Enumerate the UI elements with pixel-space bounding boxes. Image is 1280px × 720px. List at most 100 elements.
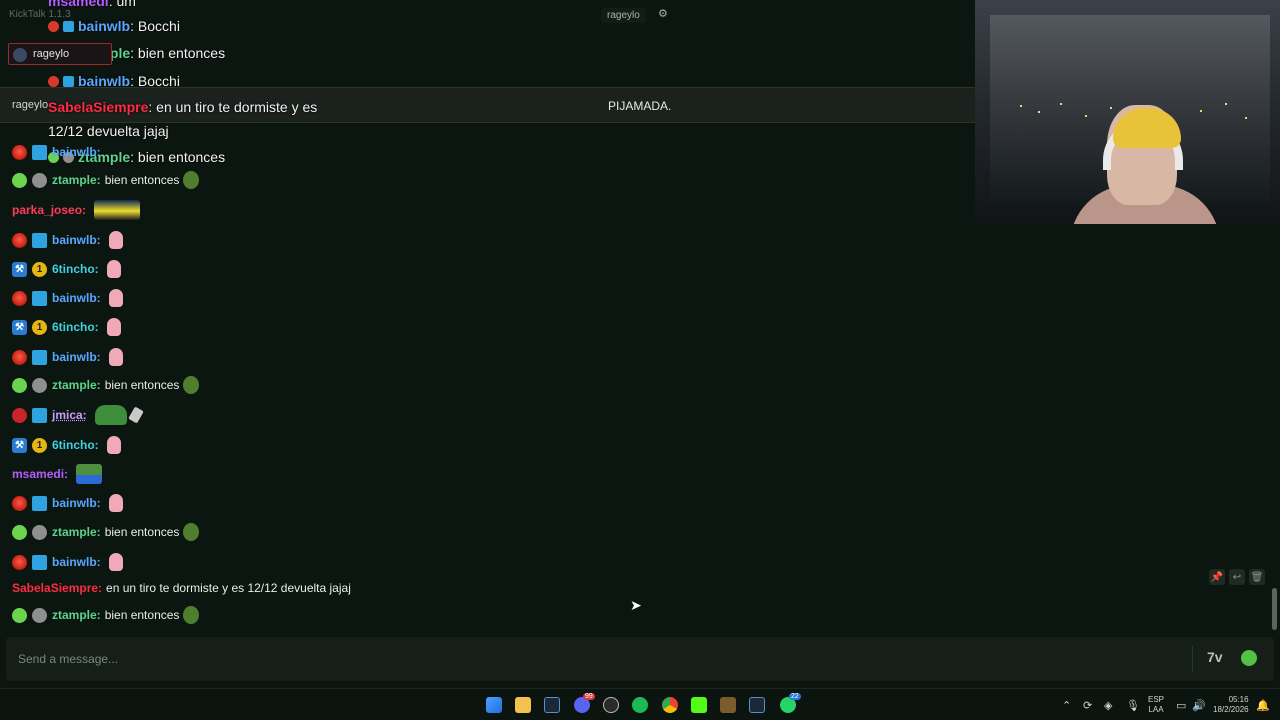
badge-icon [12, 607, 27, 623]
chevron-up-icon[interactable]: ⌃ [1062, 699, 1071, 712]
file-explorer-icon[interactable] [515, 697, 531, 713]
badge-icon [12, 377, 27, 393]
username[interactable]: 6tincho: [52, 320, 99, 334]
one-badge-icon: 1 [32, 261, 47, 277]
steam-icon[interactable] [749, 697, 765, 713]
message-text: en un tiro te dormiste y es 12/12 devuel… [106, 581, 351, 595]
one-badge-icon: 1 [32, 437, 47, 453]
username[interactable]: msamedi: [12, 467, 68, 481]
spotify-icon[interactable] [632, 697, 648, 713]
delete-icon[interactable]: 🗑 [1249, 569, 1265, 585]
chat-message: ⚒ 1 6tincho: [12, 315, 121, 339]
username[interactable]: SabelaSiempre [48, 99, 148, 115]
pink-emote-icon [108, 348, 123, 366]
pink-emote-icon [106, 318, 121, 336]
username[interactable]: ztample: [52, 608, 101, 622]
subscriber-badge-icon [32, 407, 47, 423]
moderator-badge-icon: ⚒ [12, 261, 27, 277]
badge-icon [12, 554, 27, 570]
pink-emote-icon [108, 494, 123, 512]
notification-icon[interactable]: 🔔 [1256, 699, 1270, 712]
network-icon[interactable]: ▭ [1176, 699, 1186, 712]
badge-icon [32, 524, 47, 540]
pinned-user: rageylo [12, 99, 49, 111]
chatroom-tab[interactable]: rageylo [601, 8, 646, 23]
message-text: bien entonces [104, 608, 180, 622]
username[interactable]: parka_joseo: [12, 203, 86, 217]
chatroom-chip[interactable]: rageylo [8, 43, 112, 65]
keyboard-layout: LAA [1148, 705, 1164, 714]
username[interactable]: ztample: [52, 173, 101, 187]
volume-icon[interactable]: 🔊 [1192, 699, 1206, 712]
pepe-emote-icon [94, 405, 127, 425]
username[interactable]: bainwlb: [52, 233, 101, 247]
badge-icon [12, 232, 27, 248]
subscriber-badge-icon [32, 232, 47, 248]
overlay-message: 12/12 devuelta jajaj [48, 123, 169, 139]
username[interactable]: 6tincho: [52, 262, 99, 276]
frog-emote-icon [183, 523, 200, 541]
subscriber-badge-icon [32, 349, 47, 365]
chat-message: ⚒ 1 6tincho: [12, 433, 121, 457]
kick-icon[interactable] [691, 697, 707, 713]
sync-icon[interactable]: ⟳ [1083, 699, 1092, 712]
username[interactable]: ztample: [52, 525, 101, 539]
username[interactable]: bainwlb: [52, 291, 101, 305]
chat-message: SabelaSiempre: en un tiro te dormiste y e… [12, 576, 351, 600]
minecraft-icon[interactable] [720, 697, 736, 713]
pin-icon[interactable]: 📌 [1209, 569, 1225, 585]
pink-emote-icon [106, 260, 121, 278]
date: 18/2/2026 [1213, 705, 1249, 714]
app-icon[interactable] [603, 697, 619, 713]
badge-icon [12, 290, 27, 306]
username[interactable]: 6tincho: [52, 438, 99, 452]
kick-emote-icon[interactable] [1241, 650, 1257, 666]
divider [1192, 646, 1193, 672]
username[interactable]: bainwlb: [52, 496, 101, 510]
seven-tv-emote-icon[interactable]: 7v [1207, 649, 1223, 665]
username[interactable]: bainwlb: [52, 350, 101, 364]
badge-icon [32, 607, 47, 623]
reply-icon[interactable]: ↩ [1229, 569, 1245, 585]
message-text: bien entonces [104, 378, 180, 392]
message-text: bien entonces [137, 149, 226, 165]
badge-icon [12, 524, 27, 540]
message-input-bar[interactable]: Send a message... 7v [6, 637, 1274, 681]
badge-icon [12, 172, 27, 188]
chat-message: bainwlb: [12, 140, 105, 164]
badge-icon [12, 407, 27, 423]
bed-emote-icon [76, 464, 103, 484]
scrollbar[interactable] [1272, 588, 1277, 630]
badge-icon [48, 76, 59, 87]
moderator-badge-icon: ⚒ [12, 437, 27, 453]
chat-message: bainwlb: [12, 491, 123, 515]
chat-message: ztample: bien entonces [12, 373, 200, 397]
steam-icon[interactable] [544, 697, 560, 713]
pink-emote-icon [108, 289, 123, 307]
chat-message: jmica: [12, 403, 144, 427]
username[interactable]: bainwlb: [52, 145, 101, 159]
username[interactable]: bainwlb: [52, 555, 101, 569]
discord-badge: 99 [583, 693, 595, 700]
shield-icon[interactable]: ◈ [1104, 699, 1112, 712]
overlay-message: SabelaSiempre: en un tiro te dormiste y … [48, 99, 318, 115]
message-input[interactable]: Send a message... [18, 652, 118, 666]
microphone-icon[interactable]: 🎙 [1126, 699, 1140, 712]
badge-icon [32, 172, 47, 188]
chat-message: parka_joseo: [12, 198, 141, 222]
chat-message: msamedi: [12, 462, 103, 486]
message-text: bien entonces [137, 45, 226, 61]
message-text: bien entonces [104, 173, 180, 187]
username[interactable]: SabelaSiempre: [12, 581, 102, 595]
username[interactable]: jmica: [52, 408, 87, 422]
message-text: bien entonces [104, 525, 180, 539]
start-icon[interactable] [486, 697, 502, 713]
chrome-icon[interactable] [662, 697, 678, 713]
language-indicator[interactable]: ESP LAA [1148, 695, 1164, 715]
username[interactable]: ztample: [52, 378, 101, 392]
whatsapp-badge: 22 [789, 693, 801, 700]
clock[interactable]: 05:16 18/2/2026 [1213, 695, 1249, 715]
subscriber-badge-icon [32, 290, 47, 306]
gear-icon[interactable]: ⚙ [658, 7, 668, 20]
chat-message: ztample: bien entonces [12, 168, 200, 192]
